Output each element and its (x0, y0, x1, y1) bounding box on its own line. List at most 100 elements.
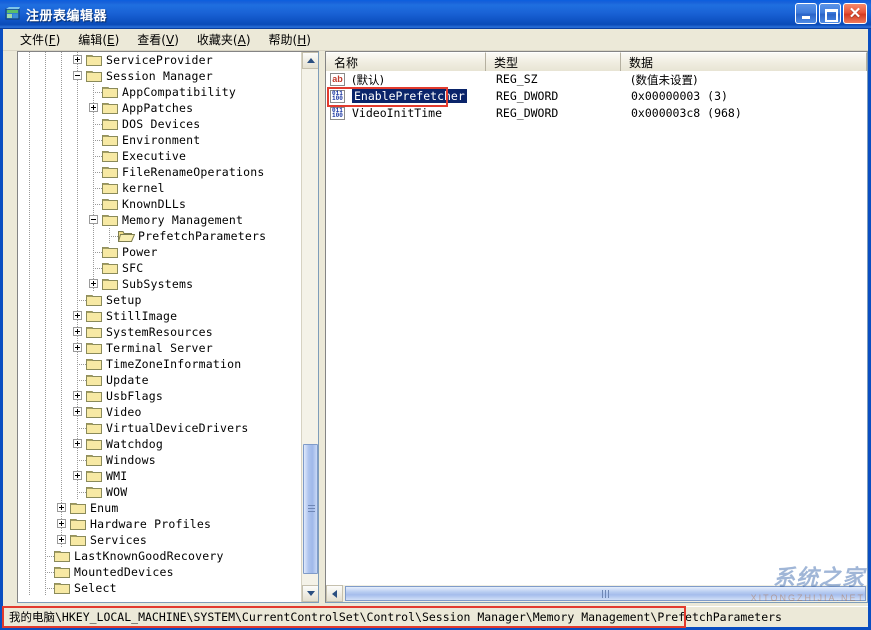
tree-item-30[interactable]: Services (18, 532, 302, 548)
tree-item-29[interactable]: Hardware Profiles (18, 516, 302, 532)
tree-item-17[interactable]: SystemResources (18, 324, 302, 340)
tree-expand-icon[interactable] (57, 503, 66, 512)
tree-indent-guide (45, 484, 46, 500)
tree-scroll-region[interactable]: ServiceProviderSession ManagerAppCompati… (18, 52, 302, 602)
tree-expand-icon[interactable] (89, 279, 98, 288)
tree-indent-guide (61, 324, 62, 340)
tree-item-20[interactable]: Update (18, 372, 302, 388)
tree-expand-icon[interactable] (57, 535, 66, 544)
value-name[interactable]: (默认) (352, 72, 384, 88)
menu-item-0[interactable]: 文件(F) (11, 29, 69, 50)
column-header-label: 数据 (629, 54, 653, 71)
tree-expand-icon[interactable] (73, 439, 82, 448)
value-row-1[interactable]: 011100EnablePrefetcherREG_DWORD0x0000000… (326, 88, 867, 105)
tree-expand-icon[interactable] (73, 407, 82, 416)
tree-expand-icon[interactable] (73, 327, 82, 336)
tree-scrollbar-thumb[interactable] (303, 444, 318, 574)
tree-indent-guide (29, 388, 30, 404)
tree-indent-guide (29, 116, 30, 132)
tree-item-4[interactable]: DOS Devices (18, 116, 302, 132)
tree-item-28[interactable]: Enum (18, 500, 302, 516)
tree-item-16[interactable]: StillImage (18, 308, 302, 324)
tree-connector-line (77, 428, 86, 429)
tree-expand-icon[interactable] (73, 55, 82, 64)
close-button[interactable]: ✕ (843, 3, 867, 24)
values-column-header[interactable]: 名称 类型数据 (326, 52, 867, 71)
tree-vertical-scrollbar[interactable] (301, 52, 318, 602)
tree-item-11[interactable]: PrefetchParameters (18, 228, 302, 244)
tree-item-10[interactable]: Memory Management (18, 212, 302, 228)
tree-item-33[interactable]: Select (18, 580, 302, 596)
tree-collapse-icon[interactable] (73, 71, 82, 80)
registry-tree-pane[interactable]: ServiceProviderSession ManagerAppCompati… (17, 51, 319, 603)
tree-expand-icon[interactable] (89, 103, 98, 112)
tree-indent-guide (45, 372, 46, 388)
tree-item-5[interactable]: Environment (18, 132, 302, 148)
tree-item-3[interactable]: AppPatches (18, 100, 302, 116)
tree-indent-guide (77, 84, 78, 100)
title-bar[interactable]: 注册表编辑器 ✕ (0, 0, 871, 29)
tree-connector-line (93, 188, 102, 189)
tree-item-8[interactable]: kernel (18, 180, 302, 196)
value-name[interactable]: VideoInitTime (352, 106, 442, 120)
value-name[interactable]: EnablePrefetcher (352, 89, 467, 103)
value-row-2[interactable]: 011100VideoInitTimeREG_DWORD0x000003c8 (… (326, 105, 867, 122)
tree-item-label: Power (122, 245, 158, 259)
tree-item-22[interactable]: Video (18, 404, 302, 420)
minimize-button[interactable] (795, 3, 817, 24)
tree-indent-guide (29, 164, 30, 180)
tree-item-14[interactable]: SubSystems (18, 276, 302, 292)
column-header-0[interactable]: 名称 (326, 52, 486, 71)
tree-item-7[interactable]: FileRenameOperations (18, 164, 302, 180)
tree-collapse-icon[interactable] (89, 215, 98, 224)
menu-item-1[interactable]: 编辑(E) (69, 29, 128, 50)
values-list-body[interactable]: ab(默认)REG_SZ(数值未设置)011100EnablePrefetche… (326, 71, 867, 122)
tree-indent-guide (61, 420, 62, 436)
tree-indent-guide (45, 356, 46, 372)
value-row-0[interactable]: ab(默认)REG_SZ(数值未设置) (326, 71, 867, 88)
tree-item-27[interactable]: WOW (18, 484, 302, 500)
tree-item-19[interactable]: TimeZoneInformation (18, 356, 302, 372)
tree-item-24[interactable]: Watchdog (18, 436, 302, 452)
tree-item-23[interactable]: VirtualDeviceDrivers (18, 420, 302, 436)
maximize-button[interactable] (819, 3, 841, 24)
tree-item-2[interactable]: AppCompatibility (18, 84, 302, 100)
tree-item-15[interactable]: Setup (18, 292, 302, 308)
tree-item-21[interactable]: UsbFlags (18, 388, 302, 404)
tree-item-25[interactable]: Windows (18, 452, 302, 468)
tree-expand-icon[interactable] (73, 471, 82, 480)
tree-item-0[interactable]: ServiceProvider (18, 52, 302, 68)
tree-item-26[interactable]: WMI (18, 468, 302, 484)
tree-item-6[interactable]: Executive (18, 148, 302, 164)
tree-item-13[interactable]: SFC (18, 260, 302, 276)
column-header-1[interactable]: 类型 (486, 52, 621, 71)
value-type: REG_DWORD (496, 89, 558, 103)
tree-indent-guide (61, 484, 62, 500)
menu-item-3[interactable]: 收藏夹(A) (188, 29, 260, 50)
tree-scroll-down-button[interactable] (302, 585, 319, 602)
tree-scroll-up-button[interactable] (302, 52, 319, 69)
tree-indent-guide (61, 468, 62, 484)
tree-indent-guide (93, 228, 94, 244)
tree-indent-guide (45, 276, 46, 292)
tree-expand-icon[interactable] (57, 519, 66, 528)
tree-expand-icon[interactable] (73, 311, 82, 320)
folder-closed-icon (86, 293, 102, 306)
tree-item-1[interactable]: Session Manager (18, 68, 302, 84)
tree-item-31[interactable]: LastKnownGoodRecovery (18, 548, 302, 564)
registry-values-pane[interactable]: 名称 类型数据 ab(默认)REG_SZ(数值未设置)011100EnablePr… (325, 51, 868, 603)
tree-expand-icon[interactable] (73, 343, 82, 352)
tree-item-18[interactable]: Terminal Server (18, 340, 302, 356)
menu-item-2[interactable]: 查看(V) (128, 29, 188, 50)
tree-expand-icon[interactable] (73, 391, 82, 400)
tree-item-9[interactable]: KnownDLLs (18, 196, 302, 212)
tree-item-12[interactable]: Power (18, 244, 302, 260)
tree-indent-guide (29, 180, 30, 196)
column-header-2[interactable]: 数据 (621, 52, 867, 71)
tree-item-32[interactable]: MountedDevices (18, 564, 302, 580)
values-horizontal-scrollbar[interactable] (326, 585, 867, 602)
values-scroll-left-button[interactable] (326, 585, 343, 602)
menu-item-4[interactable]: 帮助(H) (260, 29, 320, 50)
column-header-label: 名称 (334, 54, 358, 71)
values-scrollbar-thumb[interactable] (345, 586, 866, 601)
